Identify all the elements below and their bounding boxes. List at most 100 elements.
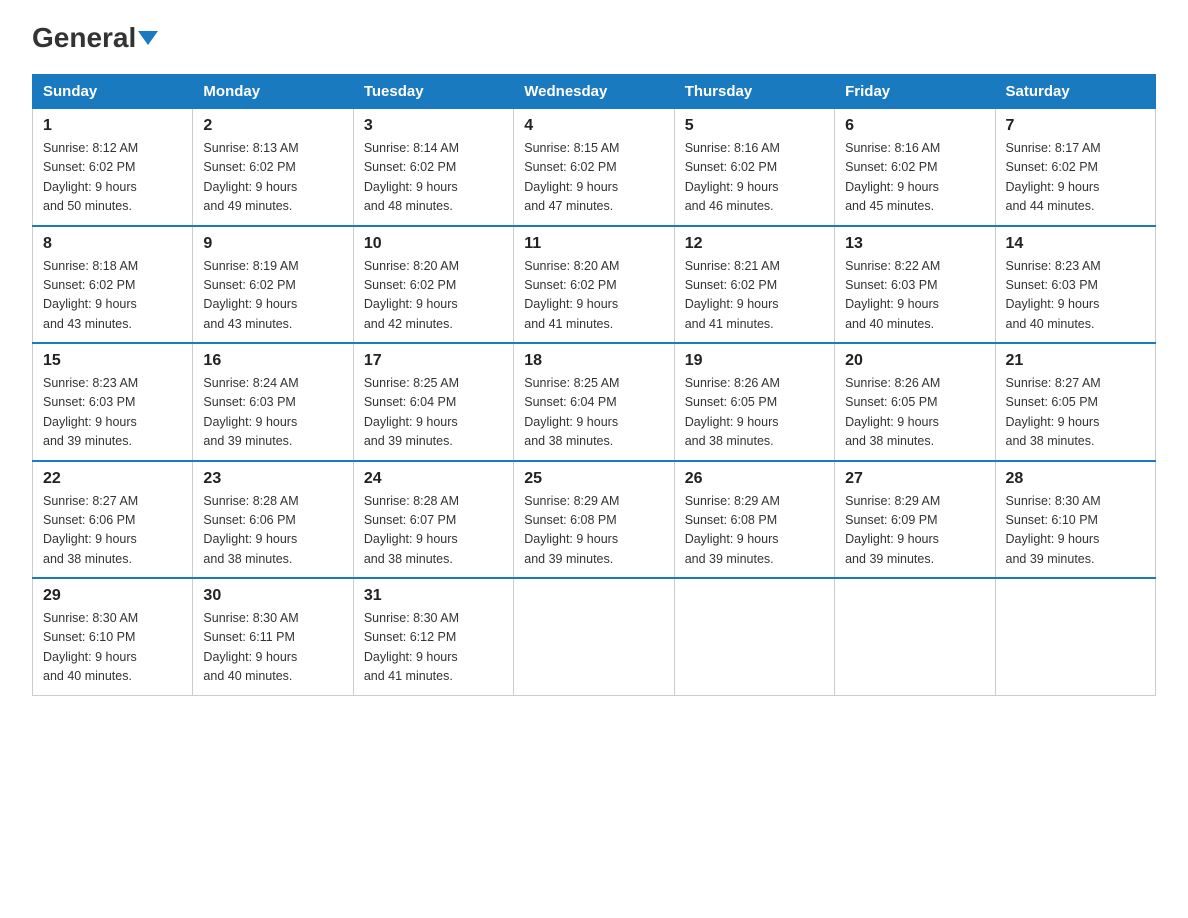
calendar-cell [514, 578, 674, 695]
day-number: 9 [203, 235, 342, 253]
calendar-cell: 8 Sunrise: 8:18 AMSunset: 6:02 PMDayligh… [33, 226, 193, 344]
calendar-table: SundayMondayTuesdayWednesdayThursdayFrid… [32, 74, 1156, 696]
day-info: Sunrise: 8:20 AMSunset: 6:02 PMDaylight:… [524, 257, 663, 335]
day-number: 25 [524, 470, 663, 488]
header-day-thursday: Thursday [674, 75, 834, 109]
calendar-cell: 31 Sunrise: 8:30 AMSunset: 6:12 PMDaylig… [353, 578, 513, 695]
calendar-cell [674, 578, 834, 695]
day-info: Sunrise: 8:23 AMSunset: 6:03 PMDaylight:… [43, 374, 182, 452]
day-info: Sunrise: 8:25 AMSunset: 6:04 PMDaylight:… [364, 374, 503, 452]
day-number: 20 [845, 352, 984, 370]
day-number: 5 [685, 117, 824, 135]
day-info: Sunrise: 8:29 AMSunset: 6:08 PMDaylight:… [524, 492, 663, 570]
day-number: 6 [845, 117, 984, 135]
week-row-5: 29 Sunrise: 8:30 AMSunset: 6:10 PMDaylig… [33, 578, 1156, 695]
day-number: 14 [1006, 235, 1145, 253]
day-info: Sunrise: 8:16 AMSunset: 6:02 PMDaylight:… [685, 139, 824, 217]
day-info: Sunrise: 8:29 AMSunset: 6:09 PMDaylight:… [845, 492, 984, 570]
day-info: Sunrise: 8:22 AMSunset: 6:03 PMDaylight:… [845, 257, 984, 335]
calendar-cell: 6 Sunrise: 8:16 AMSunset: 6:02 PMDayligh… [835, 109, 995, 226]
day-info: Sunrise: 8:28 AMSunset: 6:07 PMDaylight:… [364, 492, 503, 570]
calendar-body: 1 Sunrise: 8:12 AMSunset: 6:02 PMDayligh… [33, 109, 1156, 696]
header-day-friday: Friday [835, 75, 995, 109]
day-info: Sunrise: 8:12 AMSunset: 6:02 PMDaylight:… [43, 139, 182, 217]
calendar-cell: 27 Sunrise: 8:29 AMSunset: 6:09 PMDaylig… [835, 461, 995, 579]
logo-triangle-icon [138, 31, 158, 45]
day-info: Sunrise: 8:28 AMSunset: 6:06 PMDaylight:… [203, 492, 342, 570]
day-info: Sunrise: 8:27 AMSunset: 6:06 PMDaylight:… [43, 492, 182, 570]
day-number: 24 [364, 470, 503, 488]
calendar-cell: 13 Sunrise: 8:22 AMSunset: 6:03 PMDaylig… [835, 226, 995, 344]
day-info: Sunrise: 8:14 AMSunset: 6:02 PMDaylight:… [364, 139, 503, 217]
calendar-cell: 20 Sunrise: 8:26 AMSunset: 6:05 PMDaylig… [835, 343, 995, 461]
calendar-cell [995, 578, 1155, 695]
calendar-cell: 17 Sunrise: 8:25 AMSunset: 6:04 PMDaylig… [353, 343, 513, 461]
calendar-header: SundayMondayTuesdayWednesdayThursdayFrid… [33, 75, 1156, 109]
day-number: 12 [685, 235, 824, 253]
calendar-cell: 7 Sunrise: 8:17 AMSunset: 6:02 PMDayligh… [995, 109, 1155, 226]
day-info: Sunrise: 8:17 AMSunset: 6:02 PMDaylight:… [1006, 139, 1145, 217]
day-info: Sunrise: 8:30 AMSunset: 6:11 PMDaylight:… [203, 609, 342, 687]
calendar-cell [835, 578, 995, 695]
day-info: Sunrise: 8:30 AMSunset: 6:12 PMDaylight:… [364, 609, 503, 687]
week-row-1: 1 Sunrise: 8:12 AMSunset: 6:02 PMDayligh… [33, 109, 1156, 226]
day-number: 2 [203, 117, 342, 135]
header-day-monday: Monday [193, 75, 353, 109]
day-info: Sunrise: 8:19 AMSunset: 6:02 PMDaylight:… [203, 257, 342, 335]
week-row-2: 8 Sunrise: 8:18 AMSunset: 6:02 PMDayligh… [33, 226, 1156, 344]
day-info: Sunrise: 8:26 AMSunset: 6:05 PMDaylight:… [845, 374, 984, 452]
day-info: Sunrise: 8:16 AMSunset: 6:02 PMDaylight:… [845, 139, 984, 217]
day-number: 4 [524, 117, 663, 135]
calendar-cell: 26 Sunrise: 8:29 AMSunset: 6:08 PMDaylig… [674, 461, 834, 579]
day-info: Sunrise: 8:15 AMSunset: 6:02 PMDaylight:… [524, 139, 663, 217]
calendar-cell: 12 Sunrise: 8:21 AMSunset: 6:02 PMDaylig… [674, 226, 834, 344]
day-number: 22 [43, 470, 182, 488]
logo-general: General [32, 24, 158, 52]
day-number: 7 [1006, 117, 1145, 135]
calendar-cell: 29 Sunrise: 8:30 AMSunset: 6:10 PMDaylig… [33, 578, 193, 695]
calendar-cell: 22 Sunrise: 8:27 AMSunset: 6:06 PMDaylig… [33, 461, 193, 579]
day-number: 29 [43, 587, 182, 605]
calendar-cell: 10 Sunrise: 8:20 AMSunset: 6:02 PMDaylig… [353, 226, 513, 344]
calendar-cell: 15 Sunrise: 8:23 AMSunset: 6:03 PMDaylig… [33, 343, 193, 461]
day-number: 17 [364, 352, 503, 370]
day-info: Sunrise: 8:24 AMSunset: 6:03 PMDaylight:… [203, 374, 342, 452]
calendar-cell: 16 Sunrise: 8:24 AMSunset: 6:03 PMDaylig… [193, 343, 353, 461]
day-info: Sunrise: 8:26 AMSunset: 6:05 PMDaylight:… [685, 374, 824, 452]
header-day-saturday: Saturday [995, 75, 1155, 109]
header-row: SundayMondayTuesdayWednesdayThursdayFrid… [33, 75, 1156, 109]
calendar-cell: 11 Sunrise: 8:20 AMSunset: 6:02 PMDaylig… [514, 226, 674, 344]
calendar-cell: 9 Sunrise: 8:19 AMSunset: 6:02 PMDayligh… [193, 226, 353, 344]
calendar-cell: 21 Sunrise: 8:27 AMSunset: 6:05 PMDaylig… [995, 343, 1155, 461]
day-info: Sunrise: 8:23 AMSunset: 6:03 PMDaylight:… [1006, 257, 1145, 335]
day-info: Sunrise: 8:27 AMSunset: 6:05 PMDaylight:… [1006, 374, 1145, 452]
day-number: 10 [364, 235, 503, 253]
calendar-cell: 4 Sunrise: 8:15 AMSunset: 6:02 PMDayligh… [514, 109, 674, 226]
day-number: 19 [685, 352, 824, 370]
week-row-3: 15 Sunrise: 8:23 AMSunset: 6:03 PMDaylig… [33, 343, 1156, 461]
day-number: 3 [364, 117, 503, 135]
calendar-cell: 2 Sunrise: 8:13 AMSunset: 6:02 PMDayligh… [193, 109, 353, 226]
calendar-cell: 3 Sunrise: 8:14 AMSunset: 6:02 PMDayligh… [353, 109, 513, 226]
day-number: 11 [524, 235, 663, 253]
day-number: 15 [43, 352, 182, 370]
header: General [32, 24, 1156, 54]
header-day-wednesday: Wednesday [514, 75, 674, 109]
day-number: 21 [1006, 352, 1145, 370]
week-row-4: 22 Sunrise: 8:27 AMSunset: 6:06 PMDaylig… [33, 461, 1156, 579]
day-info: Sunrise: 8:25 AMSunset: 6:04 PMDaylight:… [524, 374, 663, 452]
day-number: 31 [364, 587, 503, 605]
calendar-cell: 23 Sunrise: 8:28 AMSunset: 6:06 PMDaylig… [193, 461, 353, 579]
calendar-cell: 25 Sunrise: 8:29 AMSunset: 6:08 PMDaylig… [514, 461, 674, 579]
day-number: 28 [1006, 470, 1145, 488]
day-info: Sunrise: 8:21 AMSunset: 6:02 PMDaylight:… [685, 257, 824, 335]
calendar-cell: 5 Sunrise: 8:16 AMSunset: 6:02 PMDayligh… [674, 109, 834, 226]
day-number: 18 [524, 352, 663, 370]
logo: General [32, 24, 158, 54]
day-info: Sunrise: 8:20 AMSunset: 6:02 PMDaylight:… [364, 257, 503, 335]
day-info: Sunrise: 8:30 AMSunset: 6:10 PMDaylight:… [1006, 492, 1145, 570]
day-info: Sunrise: 8:30 AMSunset: 6:10 PMDaylight:… [43, 609, 182, 687]
day-number: 8 [43, 235, 182, 253]
header-day-sunday: Sunday [33, 75, 193, 109]
calendar-cell: 19 Sunrise: 8:26 AMSunset: 6:05 PMDaylig… [674, 343, 834, 461]
